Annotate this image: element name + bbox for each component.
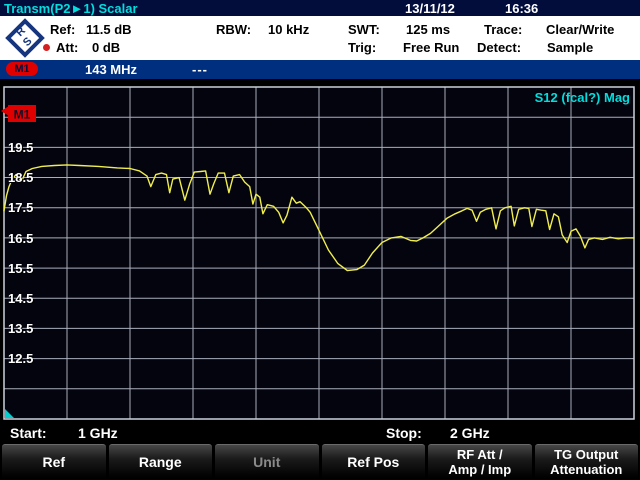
- y-axis-label: 17.5: [8, 200, 44, 215]
- marker-readout-bar: M1 143 MHz ---: [0, 60, 640, 79]
- softkey-ref-pos[interactable]: Ref Pos: [322, 444, 426, 479]
- y-axis-label: 16.5: [8, 231, 44, 246]
- time-display: 16:36: [505, 1, 538, 16]
- att-indicator-dot-icon: [43, 44, 50, 51]
- y-axis-label: 15.5: [8, 261, 44, 276]
- trig-value: Free Run: [403, 40, 459, 55]
- att-value: 0 dB: [92, 40, 120, 55]
- measurement-mode-title: Transm(P2►1) Scalar: [4, 1, 138, 16]
- trace-math-label: S12 (fcal?) Mag: [535, 90, 630, 105]
- settings-header: R S Ref: 11.5 dB RBW: 10 kHz SWT: 125 ms…: [0, 16, 640, 60]
- y-axis-label: 19.5: [8, 140, 44, 155]
- y-axis-label: 13.5: [8, 321, 44, 336]
- trace-plot: M1 S12 (fcal?) Mag: [0, 79, 640, 425]
- softkey-range[interactable]: Range: [109, 444, 213, 479]
- swt-value: 125 ms: [406, 22, 450, 37]
- softkey-unit[interactable]: Unit: [215, 444, 319, 479]
- softkey-ref[interactable]: Ref: [2, 444, 106, 479]
- frequency-range-bar: Start: 1 GHz Stop: 2 GHz: [0, 422, 640, 443]
- start-value: 1 GHz: [78, 425, 118, 441]
- date-display: 13/11/12: [405, 1, 455, 16]
- trace-value: Clear/Write: [546, 22, 614, 37]
- title-bar: Transm(P2►1) Scalar 13/11/12 16:36: [0, 0, 640, 16]
- softkey-bar: Ref Range Unit Ref Pos RF Att / Amp / Im…: [0, 444, 640, 480]
- y-axis-label: 12.5: [8, 351, 44, 366]
- start-label: Start:: [10, 425, 47, 441]
- y-axis-label: 14.5: [8, 291, 44, 306]
- marker-frequency: 143 MHz: [85, 62, 137, 77]
- marker-m1-graph-badge-label: M1: [14, 108, 31, 122]
- softkey-tg-output-attenuation[interactable]: TG Output Attenuation: [535, 444, 639, 479]
- rbw-label: RBW:: [216, 22, 251, 37]
- ref-value: 11.5 dB: [86, 22, 132, 37]
- trace-label: Trace:: [484, 22, 522, 37]
- swt-label: SWT:: [348, 22, 380, 37]
- detect-value: Sample: [547, 40, 593, 55]
- marker-m1-badge: M1: [6, 62, 38, 76]
- y-axis-label: 18.5: [8, 170, 44, 185]
- instrument-screen: Transm(P2►1) Scalar 13/11/12 16:36 R S R…: [0, 0, 640, 480]
- trig-label: Trig:: [348, 40, 376, 55]
- detect-label: Detect:: [477, 40, 521, 55]
- stop-label: Stop:: [386, 425, 422, 441]
- rohde-schwarz-logo: R S: [5, 18, 45, 58]
- trace-display-area: M1 S12 (fcal?) Mag 19.5 18.5 17.5 16.5 1…: [0, 79, 640, 425]
- att-label: Att:: [56, 40, 78, 55]
- marker-value: ---: [192, 62, 208, 77]
- rbw-value: 10 kHz: [268, 22, 309, 37]
- ref-label: Ref:: [50, 22, 75, 37]
- stop-value: 2 GHz: [450, 425, 490, 441]
- softkey-rf-att-amp-imp[interactable]: RF Att / Amp / Imp: [428, 444, 532, 479]
